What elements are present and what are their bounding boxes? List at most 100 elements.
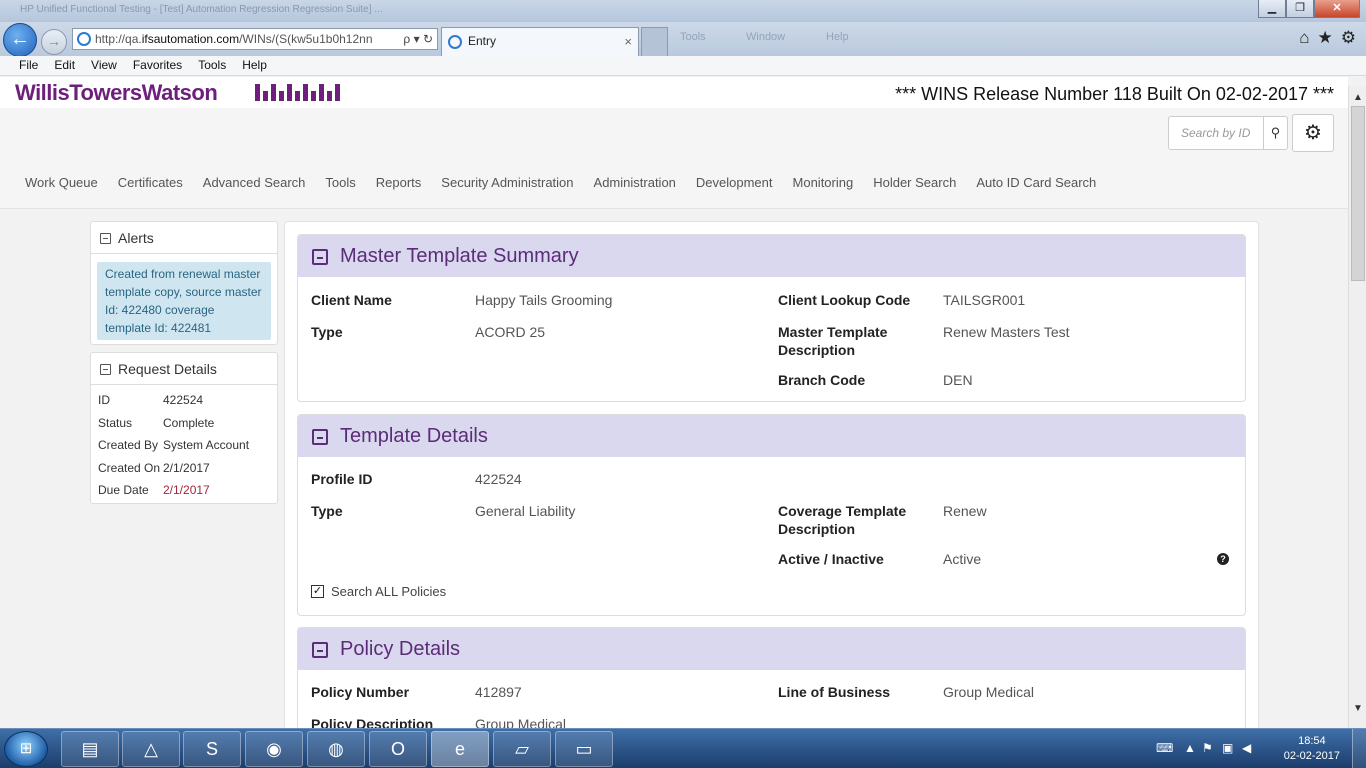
show-desktop-button[interactable] <box>1352 729 1366 768</box>
nav-security-administration[interactable]: Security Administration <box>431 175 583 190</box>
restore-button[interactable]: ❐ <box>1286 0 1314 18</box>
address-controls[interactable]: ρ ▾ ↻ <box>399 29 433 49</box>
close-window-button[interactable]: ✕ <box>1314 0 1360 18</box>
nav-reports[interactable]: Reports <box>366 175 432 190</box>
nav-tools[interactable]: Tools <box>315 175 365 190</box>
client-lookup-label: Client Lookup Code <box>778 292 911 308</box>
master-template-summary-header[interactable]: Master Template Summary <box>298 235 1245 277</box>
policy-details-header[interactable]: Policy Details <box>298 628 1245 670</box>
collapse-icon[interactable] <box>312 642 328 658</box>
nav-development[interactable]: Development <box>686 175 783 190</box>
search-all-policies-label[interactable]: Search ALL Policies <box>331 583 446 601</box>
master-template-summary-section: Master Template Summary Client Name Happ… <box>297 234 1246 402</box>
nav-monitoring[interactable]: Monitoring <box>783 175 864 190</box>
nav-work-queue[interactable]: Work Queue <box>15 175 108 190</box>
alerts-header[interactable]: Alerts <box>91 222 277 254</box>
window-titlebar: HP Unified Functional Testing - [Test] A… <box>0 0 1366 22</box>
menu-view[interactable]: View <box>83 56 125 75</box>
detail-row-created-by: Created By System Account <box>98 438 250 452</box>
alerts-title: Alerts <box>118 230 154 246</box>
browser-navbar: ← → http://qa.ifsautomation.com/WINs/(S(… <box>0 22 1366 57</box>
request-details-title: Request Details <box>118 361 217 377</box>
policy-details-section: Policy Details Policy Number 412897 Line… <box>297 627 1246 728</box>
cmd-taskbar-icon[interactable]: ▭ <box>555 731 613 767</box>
flag-icon[interactable]: ⚑ <box>1202 741 1213 755</box>
search-button[interactable]: ⚲ <box>1264 116 1288 150</box>
favorites-star-icon[interactable]: ★ <box>1318 28 1333 48</box>
client-name-label: Client Name <box>311 292 392 308</box>
browser-toolbar-icons: ⌂ ★ ⚙ <box>1299 28 1356 48</box>
new-tab-button[interactable] <box>641 27 668 56</box>
collapse-icon[interactable] <box>100 233 111 244</box>
template-details-header[interactable]: Template Details <box>298 415 1245 457</box>
menu-file[interactable]: File <box>11 56 46 75</box>
collapse-icon[interactable] <box>100 364 111 375</box>
nav-holder-search[interactable]: Holder Search <box>863 175 966 190</box>
alerts-panel: Alerts Created from renewal master templ… <box>90 221 278 345</box>
skype-taskbar-icon[interactable]: S <box>183 731 241 767</box>
menu-tools[interactable]: Tools <box>190 56 234 75</box>
scroll-down-icon[interactable]: ▼ <box>1349 703 1366 714</box>
app-header: Search by ID ⚲ ⚙ Work Queue Certificates… <box>0 108 1348 209</box>
detail-row-status: Status Complete <box>98 415 215 430</box>
nav-advanced-search[interactable]: Advanced Search <box>193 175 316 190</box>
home-icon[interactable]: ⌂ <box>1299 28 1309 48</box>
clock[interactable]: 18:54 02-02-2017 <box>1284 734 1340 764</box>
menu-edit[interactable]: Edit <box>46 56 83 75</box>
search-all-policies-checkbox[interactable]: ✓ <box>311 585 324 598</box>
outlook-taskbar-icon[interactable]: O <box>369 731 427 767</box>
ie-page-icon <box>77 32 91 46</box>
drive-taskbar-icon[interactable]: △ <box>122 731 180 767</box>
tools-gear-icon[interactable]: ⚙ <box>1341 28 1356 48</box>
show-hidden-icon[interactable]: ▲ <box>1184 741 1196 755</box>
policy-description-value: Group Medical <box>475 716 567 728</box>
close-tab-icon[interactable]: × <box>624 28 632 55</box>
firefox-taskbar-icon[interactable]: ◍ <box>307 731 365 767</box>
chrome-taskbar-icon[interactable]: ◉ <box>245 731 303 767</box>
brand-bar: WillisTowersWatson *** WINS Release Numb… <box>0 77 1348 108</box>
search-id-input[interactable]: Search by ID <box>1168 116 1264 150</box>
request-details-header[interactable]: Request Details <box>91 353 277 385</box>
main-nav: Work Queue Certificates Advanced Search … <box>15 175 1106 190</box>
help-icon[interactable]: ? <box>1217 553 1229 565</box>
ie-taskbar-icon[interactable]: e <box>431 731 489 767</box>
alert-message: Created from renewal master template cop… <box>97 262 271 340</box>
start-button[interactable]: ⊞ <box>4 731 48 767</box>
type-label: Type <box>311 324 343 340</box>
template-type-label: Type <box>311 503 343 519</box>
network-icon[interactable]: ▣ <box>1222 741 1233 755</box>
tab-entry[interactable]: Entry × <box>441 27 639 56</box>
address-domain: ifsautomation.com <box>141 32 240 46</box>
clock-time: 18:54 <box>1298 735 1326 747</box>
search-icon: ⚲ <box>1270 125 1281 140</box>
menu-favorites[interactable]: Favorites <box>125 56 190 75</box>
volume-icon[interactable]: ◀ <box>1242 741 1251 755</box>
detail-row-due-date: Due Date 2/1/2017 <box>98 483 210 497</box>
address-bar[interactable]: http://qa.ifsautomation.com/WINs/(S(kw5u… <box>72 28 438 50</box>
scrollbar-thumb[interactable] <box>1351 106 1365 281</box>
line-of-business-label: Line of Business <box>778 684 891 700</box>
back-arrow-icon: ← <box>10 28 30 50</box>
forward-button[interactable]: → <box>41 29 67 55</box>
page-scrollbar[interactable]: ▲ ▼ <box>1348 86 1366 728</box>
nav-auto-id-card-search[interactable]: Auto ID Card Search <box>966 175 1106 190</box>
collapse-icon[interactable] <box>312 429 328 445</box>
collapse-icon[interactable] <box>312 249 328 265</box>
tab-title: Entry <box>468 34 497 48</box>
request-details-panel: Request Details ID 422524 Status Complete … <box>90 352 278 504</box>
minimize-button[interactable]: ▁ <box>1258 0 1286 18</box>
scroll-up-icon[interactable]: ▲ <box>1349 92 1366 103</box>
sticky-notes-taskbar-icon[interactable]: ▱ <box>493 731 551 767</box>
faded-menu-help: Help <box>826 31 849 43</box>
explorer-taskbar-icon[interactable]: ▤ <box>61 731 119 767</box>
coverage-description-label: Coverage Template Description <box>778 503 907 537</box>
back-button[interactable]: ← <box>3 23 37 57</box>
template-type-value: General Liability <box>475 503 576 519</box>
nav-administration[interactable]: Administration <box>584 175 686 190</box>
settings-button[interactable]: ⚙ <box>1292 114 1334 152</box>
detail-row-created-on: Created On 2/1/2017 <box>98 460 210 475</box>
main-panel: Master Template Summary Client Name Happ… <box>284 221 1259 728</box>
nav-certificates[interactable]: Certificates <box>108 175 193 190</box>
keyboard-icon[interactable]: ⌨ <box>1156 741 1173 755</box>
menu-help[interactable]: Help <box>234 56 275 75</box>
